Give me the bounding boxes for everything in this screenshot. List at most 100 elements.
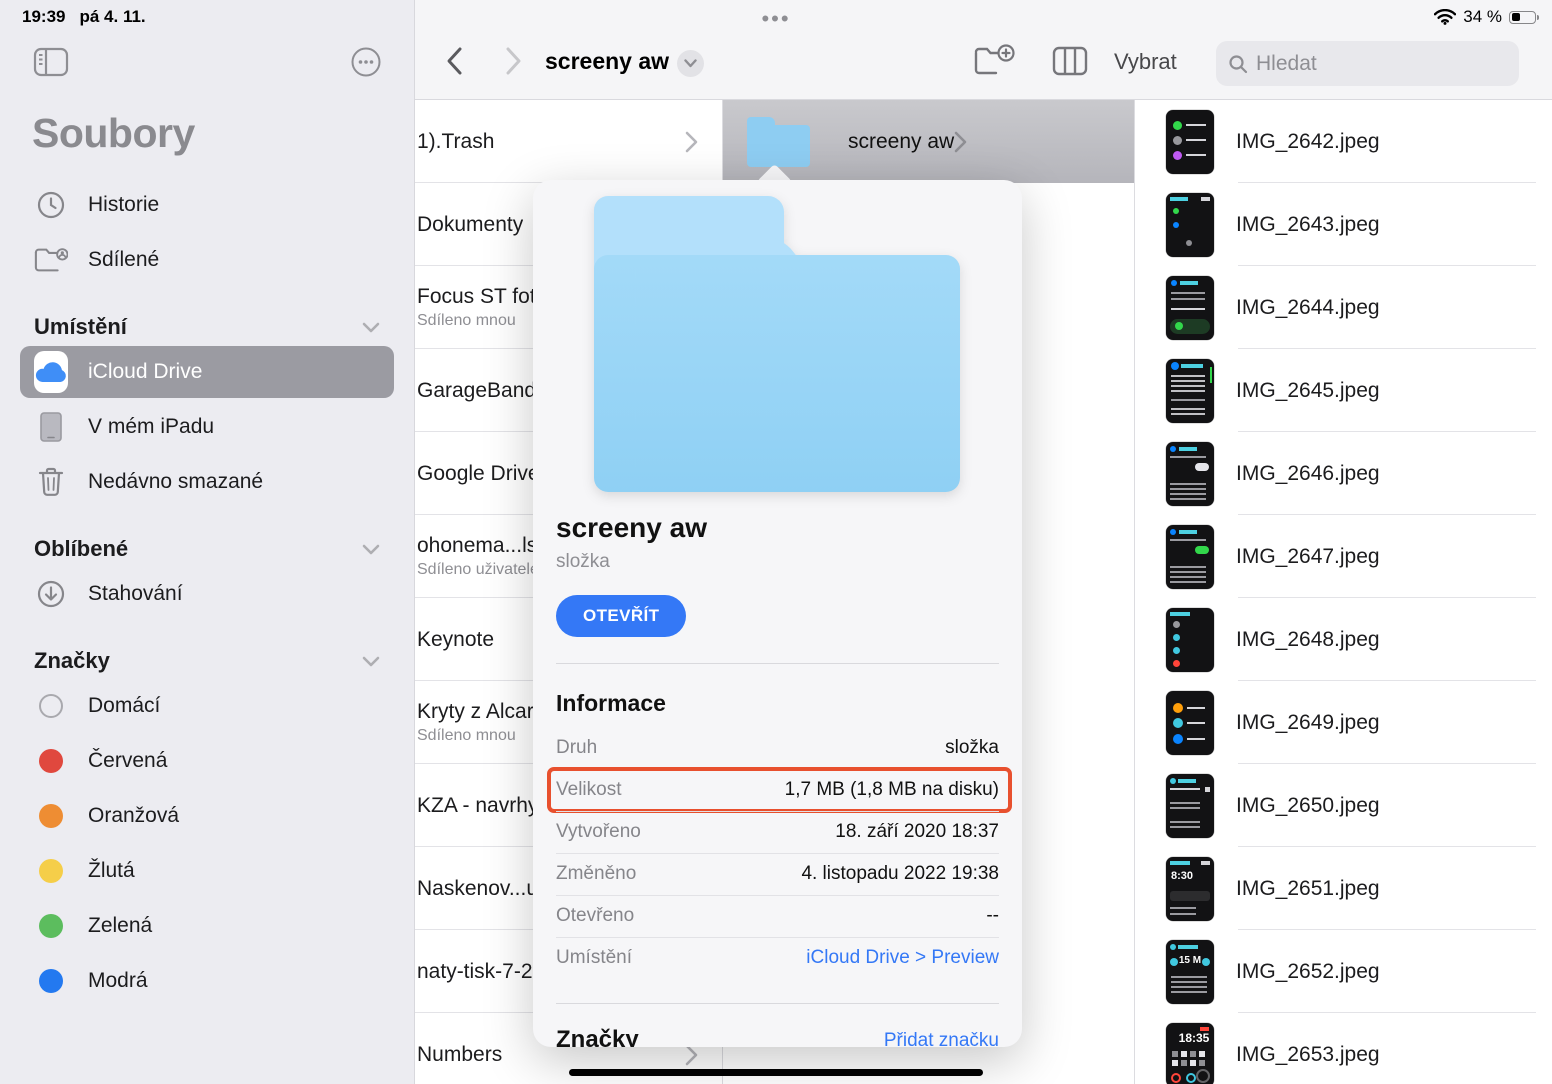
sidebar-item-dom-c-[interactable]: Domácí <box>20 680 394 732</box>
image-file-name: IMG_2647.jpeg <box>1236 544 1380 568</box>
file-row-text: Dokumenty <box>415 213 523 237</box>
chevron-down-icon[interactable] <box>362 656 380 667</box>
shared-folder-icon <box>34 244 68 276</box>
sidebar-item--erven-[interactable]: Červená <box>20 735 394 787</box>
sidebar-item-historie[interactable]: Historie <box>20 179 394 231</box>
image-file-row[interactable]: IMG_2646.jpeg <box>1135 432 1552 515</box>
image-file-row[interactable]: 15 M IMG_2652.jpeg <box>1135 930 1552 1013</box>
sidebar-toggle-icon[interactable] <box>33 46 69 78</box>
info-value: 4. listopadu 2022 19:38 <box>801 863 999 884</box>
image-file-row[interactable]: 18:35 IMG_2653.jpeg <box>1135 1013 1552 1084</box>
sidebar-item--lut-[interactable]: Žlutá <box>20 845 394 897</box>
tag-dot <box>39 804 63 828</box>
chevron-down-icon[interactable] <box>362 544 380 555</box>
divider <box>556 1003 999 1004</box>
image-file-name: IMG_2646.jpeg <box>1236 461 1380 485</box>
sidebar-item-ned-vno-smazan-[interactable]: Nedávno smazané <box>20 456 394 508</box>
file-row-text: ohonema...ls Sdíleno uživatele <box>415 534 539 579</box>
home-indicator[interactable] <box>569 1069 983 1076</box>
image-file-row[interactable]: IMG_2649.jpeg <box>1135 681 1552 764</box>
folder-icon <box>747 116 810 167</box>
sidebar-item-oran-ov-[interactable]: Oranžová <box>20 790 394 842</box>
file-row-text: Kryty z Alcar Sdíleno mnou <box>415 700 534 745</box>
image-file-row[interactable]: IMG_2647.jpeg <box>1135 515 1552 598</box>
add-tag-link[interactable]: Přidat značku <box>884 1030 999 1047</box>
tag-dot <box>39 694 63 718</box>
sidebar-item-modr-[interactable]: Modrá <box>20 955 394 1007</box>
file-name: KZA - navrhy <box>417 793 539 817</box>
sidebar-nav: Historie Sdílené Umístění iCloud Drive V mém… <box>0 176 414 1010</box>
status-bar-right: 34 % <box>1434 7 1539 27</box>
file-name: Numbers <box>417 1042 503 1066</box>
sidebar-section-zna-ky[interactable]: Značky <box>34 648 380 674</box>
folder-title[interactable]: screeny aw <box>545 48 669 75</box>
sidebar-item-label: Domácí <box>88 694 161 717</box>
image-file-name: IMG_2644.jpeg <box>1236 295 1380 319</box>
file-name: Naskenov...u <box>417 876 539 900</box>
info-row-velikost: Velikost 1,7 MB (1,8 MB na disku) <box>547 767 1012 813</box>
forward-icon[interactable] <box>505 46 523 76</box>
select-button[interactable]: Vybrat <box>1114 49 1177 75</box>
search-input[interactable] <box>1256 51 1507 76</box>
info-value: složka <box>945 737 999 758</box>
sidebar-item-zelen-[interactable]: Zelená <box>20 900 394 952</box>
sidebar-item-label: V mém iPadu <box>88 415 215 438</box>
info-label: Otevřeno <box>556 905 635 926</box>
info-row-druh: Druh složka <box>556 727 999 769</box>
popover-title: screeny aw <box>556 512 707 543</box>
info-row-zm-n-no: Změněno 4. listopadu 2022 19:38 <box>556 853 999 895</box>
new-folder-icon[interactable] <box>973 44 1015 80</box>
sidebar-item-v-m-m-ipadu[interactable]: V mém iPadu <box>20 401 394 453</box>
title-chevron-down-icon[interactable] <box>677 50 704 77</box>
image-file-name: IMG_2642.jpeg <box>1236 129 1380 153</box>
back-icon[interactable] <box>445 46 463 76</box>
image-file-name: IMG_2649.jpeg <box>1236 710 1380 734</box>
toolbar: screeny aw Vybrat <box>415 0 1552 100</box>
battery-percent: 34 % <box>1463 7 1502 26</box>
file-row-text: Naskenov...u <box>415 877 538 901</box>
open-button[interactable]: OTEVŘÍT <box>556 595 687 637</box>
image-file-row[interactable]: 8:30 IMG_2651.jpeg <box>1135 847 1552 930</box>
info-value-link[interactable]: iCloud Drive > Preview <box>806 947 999 969</box>
more-options-icon[interactable] <box>350 46 382 78</box>
image-file-row[interactable]: IMG_2642.jpeg <box>1135 100 1552 183</box>
file-thumbnail <box>1166 524 1214 589</box>
sidebar-item-icloud-drive[interactable]: iCloud Drive <box>20 346 394 398</box>
multitasking-dots-icon[interactable]: ••• <box>761 6 790 32</box>
section-title: Umístění <box>34 314 127 339</box>
file-thumbnail <box>1166 607 1214 672</box>
app-title: Soubory <box>32 110 195 156</box>
image-file-row[interactable]: IMG_2643.jpeg <box>1135 183 1552 266</box>
column-view-icon[interactable] <box>1052 46 1088 76</box>
tags-section-title: Značky <box>556 1026 639 1047</box>
file-thumbnail: 8:30 <box>1166 856 1214 921</box>
sidebar-section-obl-ben-[interactable]: Oblíbené <box>34 536 380 562</box>
file-thumbnail: 18:35 <box>1166 1022 1214 1084</box>
info-rows: Druh složka Velikost 1,7 MB (1,8 MB na disk… <box>547 727 1012 979</box>
sidebar-section-um-st-n-[interactable]: Umístění <box>34 314 380 340</box>
info-label: Velikost <box>556 779 622 800</box>
folder-preview-icon <box>594 196 960 492</box>
ipad-icon <box>34 411 68 443</box>
divider <box>556 663 999 664</box>
search-field[interactable] <box>1216 41 1519 86</box>
tag-dot <box>39 914 63 938</box>
image-file-row[interactable]: IMG_2645.jpeg <box>1135 349 1552 432</box>
sidebar-item-label: Zelená <box>88 914 153 937</box>
chevron-right-icon <box>685 131 698 153</box>
thumbnail-text: 18:35 <box>1178 1030 1210 1045</box>
image-file-row[interactable]: IMG_2648.jpeg <box>1135 598 1552 681</box>
file-thumbnail: 15 M <box>1166 939 1214 1004</box>
folder-contents-column: IMG_2642.jpeg IMG_2643.jpeg IMG_2644.jpeg I… <box>1135 100 1552 1084</box>
chevron-down-icon[interactable] <box>362 322 380 333</box>
image-file-row[interactable]: IMG_2650.jpeg <box>1135 764 1552 847</box>
tag-color-icon <box>34 800 68 832</box>
info-label: Vytvořeno <box>556 821 641 842</box>
sidebar-item-sd-len-[interactable]: Sdílené <box>20 234 394 286</box>
image-file-row[interactable]: IMG_2644.jpeg <box>1135 266 1552 349</box>
file-row-text: Focus ST fot Sdíleno mnou <box>415 285 536 330</box>
sidebar-item-stahov-n-[interactable]: Stahování <box>20 568 394 620</box>
file-shared-subtitle: Sdíleno mnou <box>417 727 516 744</box>
file-name: Google Drive <box>417 461 540 485</box>
file-name: naty-tisk-7-2 <box>417 959 533 983</box>
